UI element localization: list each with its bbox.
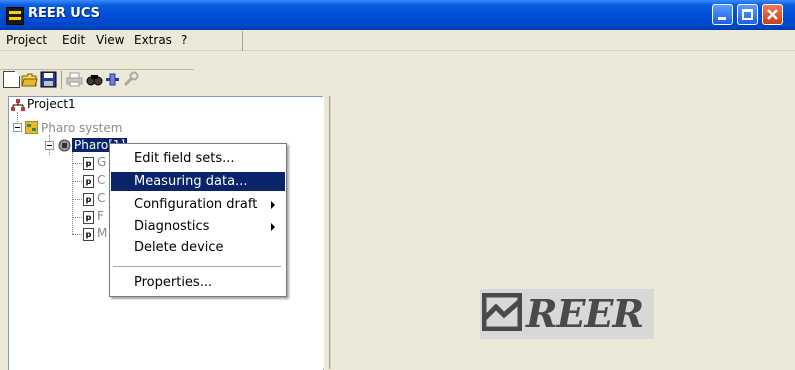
submenu-arrow-icon — [271, 201, 275, 209]
reer-logo-text: REER — [526, 291, 644, 336]
connect-icon[interactable] — [104, 71, 121, 88]
tree-connector — [72, 152, 73, 234]
save-icon[interactable] — [40, 71, 57, 88]
parameter-page-icon: p — [83, 211, 94, 224]
menu-help[interactable]: ? — [181, 33, 187, 47]
submenu-arrow-icon — [271, 223, 275, 231]
new-document-icon[interactable] — [3, 71, 20, 88]
tree-connector — [72, 163, 82, 164]
wrench-icon[interactable] — [122, 71, 139, 88]
menu-bar: Project Edit View Extras ? — [0, 30, 795, 51]
toolbar — [0, 51, 795, 94]
menu-item-label: Measuring data... — [134, 174, 248, 189]
parameter-page-icon: p — [83, 157, 94, 170]
close-button[interactable] — [762, 4, 783, 25]
toolbar-separator — [61, 71, 62, 89]
tree-node-project[interactable]: Project1 — [27, 97, 76, 111]
device-icon — [58, 139, 71, 152]
menu-item-delete-device[interactable]: Delete device — [111, 238, 285, 257]
tree-expander-device[interactable] — [45, 141, 54, 150]
title-bar: REER UCS — [0, 0, 795, 30]
panel-splitter[interactable] — [323, 96, 330, 369]
tree-connector — [72, 199, 82, 200]
maximize-icon — [742, 9, 753, 20]
menu-item-configuration-draft[interactable]: Configuration draft — [111, 195, 285, 214]
reer-logo-mark — [482, 293, 522, 331]
tree-expander-system[interactable] — [13, 123, 22, 132]
menu-edit[interactable]: Edit — [62, 33, 85, 47]
menu-item-label: Delete device — [134, 240, 224, 255]
tree-node-child[interactable]: F — [97, 209, 104, 223]
tree-node-child[interactable]: C — [97, 191, 105, 205]
tree-node-child[interactable]: C — [97, 173, 105, 187]
menu-item-label: Configuration draft — [134, 197, 258, 212]
menu-item-label: Edit field sets... — [134, 151, 235, 166]
toolbar-edge — [0, 69, 194, 70]
minimize-button[interactable] — [712, 4, 733, 25]
menu-item-label: Diagnostics — [134, 219, 210, 234]
context-menu: Edit field sets... Measuring data... Con… — [109, 143, 287, 297]
menu-item-label: Properties... — [134, 275, 213, 290]
menu-item-diagnostics[interactable]: Diagnostics — [111, 217, 285, 236]
find-icon[interactable] — [86, 71, 103, 88]
menu-project[interactable]: Project — [6, 33, 47, 47]
tree-node-child[interactable]: G — [97, 155, 106, 169]
tree-node-system[interactable]: Pharo system — [41, 121, 122, 135]
tree-connector — [72, 181, 82, 182]
menu-separator — [113, 266, 281, 267]
maximize-button[interactable] — [737, 4, 758, 25]
project-icon — [11, 99, 25, 111]
open-folder-icon[interactable] — [21, 71, 38, 88]
menu-item-edit-field-sets[interactable]: Edit field sets... — [111, 149, 285, 168]
minimize-icon — [718, 17, 726, 20]
tree-connector — [72, 234, 82, 235]
reer-logo: REER — [480, 289, 654, 339]
close-icon — [767, 9, 778, 20]
tree-connector — [72, 217, 82, 218]
menu-view[interactable]: View — [96, 33, 124, 47]
window-title: REER UCS — [28, 6, 101, 21]
parameter-page-icon: p — [83, 228, 94, 241]
print-icon[interactable] — [66, 71, 83, 88]
menu-extras[interactable]: Extras — [134, 33, 172, 47]
app-icon[interactable] — [6, 7, 24, 25]
tree-node-child[interactable]: M — [97, 226, 107, 240]
parameter-page-icon: p — [83, 193, 94, 206]
parameter-page-icon: p — [83, 175, 94, 188]
menu-item-properties[interactable]: Properties... — [111, 273, 285, 292]
menu-item-measuring-data[interactable]: Measuring data... — [111, 172, 285, 191]
system-icon — [25, 121, 38, 134]
